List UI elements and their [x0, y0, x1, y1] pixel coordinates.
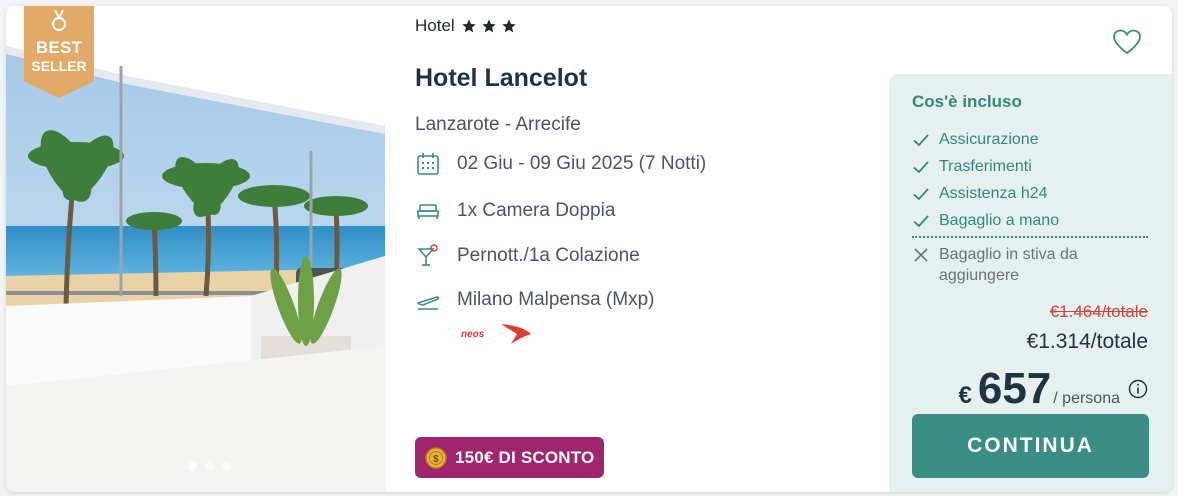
carousel-dots [188, 462, 231, 471]
close-icon [914, 248, 928, 262]
included-item: Bagaglio a mano [912, 212, 1059, 230]
best-seller-badge: BEST SELLER [24, 6, 94, 98]
info-icon[interactable] [1128, 379, 1148, 399]
svg-text:neos: neos [461, 329, 485, 340]
continue-button[interactable]: CONTINUA [912, 414, 1149, 478]
check-icon [913, 215, 929, 228]
coin-icon: $ [425, 446, 447, 469]
total-price: €1.314/totale [1026, 330, 1148, 353]
star-icon [462, 19, 476, 33]
hotel-info: Hotel Hotel Lancelot Lanzarote - Arrecif… [415, 6, 885, 492]
included-item: Trasferimenti [912, 158, 1032, 176]
check-icon [913, 188, 929, 201]
airplane-icon [415, 287, 441, 313]
included-item: Assicurazione [912, 131, 1039, 149]
departure-text: Milano Malpensa (Mxp) [457, 289, 655, 310]
hotel-category: Hotel [415, 16, 517, 36]
included-panel: Cos'è incluso Assicurazione Trasferiment… [889, 74, 1172, 492]
star-icon [502, 19, 516, 33]
svg-text:$: $ [433, 454, 439, 465]
dates-text: 02 Giu - 09 Giu 2025 (7 Notti) [457, 153, 707, 174]
badge-line2: SELLER [31, 58, 87, 74]
discount-badge: $ 150€ DI SCONTO [415, 437, 605, 478]
included-item-label: Bagaglio a mano [939, 212, 1060, 229]
price-amount: 657 [977, 364, 1052, 413]
star-icon [482, 19, 496, 33]
divider [912, 236, 1148, 238]
room-text: 1x Camera Doppia [457, 200, 616, 221]
currency-symbol: € [958, 382, 972, 409]
dates-row: 02 Giu - 09 Giu 2025 (7 Notti) [415, 151, 706, 177]
excluded-item-label: Bagaglio in stiva da aggiungere [939, 246, 1078, 284]
included-item-label: Assicurazione [939, 131, 1039, 148]
calendar-icon [415, 151, 441, 177]
category-label: Hotel [415, 16, 455, 35]
hotel-name[interactable]: Hotel Lancelot [415, 64, 587, 93]
star-rating [461, 18, 517, 34]
included-item-label: Assistenza h24 [939, 185, 1048, 202]
old-total-price: €1.464/totale [1049, 302, 1148, 321]
board-text: Pernott./1a Colazione [457, 245, 640, 266]
discount-text: 150€ DI SCONTO [455, 447, 595, 467]
included-item-label: Trasferimenti [939, 158, 1032, 175]
hotel-card: BEST SELLER Hotel Hotel Lancelot Lanzaro… [6, 6, 1172, 492]
per-person-price: € 657 / persona [959, 364, 1149, 414]
board-row: Pernott./1a Colazione [415, 243, 640, 269]
carousel-dot[interactable] [222, 462, 231, 471]
hotel-location: Lanzarote - Arrecife [415, 114, 581, 135]
check-icon [913, 134, 929, 147]
hotel-photo[interactable]: BEST SELLER [6, 6, 385, 492]
check-icon [913, 161, 929, 174]
departure-row: Milano Malpensa (Mxp) [415, 287, 654, 313]
medal-icon [52, 10, 66, 31]
room-row: 1x Camera Doppia [415, 198, 615, 224]
bed-icon [415, 198, 441, 224]
heart-icon[interactable] [1112, 28, 1142, 56]
included-title: Cos'è incluso [912, 92, 1022, 111]
excluded-item: Bagaglio in stiva da aggiungere [912, 244, 1119, 286]
badge-line1: BEST [35, 38, 83, 57]
per-person-label: / persona [1053, 390, 1120, 407]
carousel-dot[interactable] [188, 462, 197, 471]
cocktail-icon [415, 243, 441, 269]
carousel-dot[interactable] [205, 462, 214, 471]
included-item: Assistenza h24 [912, 185, 1048, 203]
airline-logo-icon: neos [461, 324, 531, 344]
